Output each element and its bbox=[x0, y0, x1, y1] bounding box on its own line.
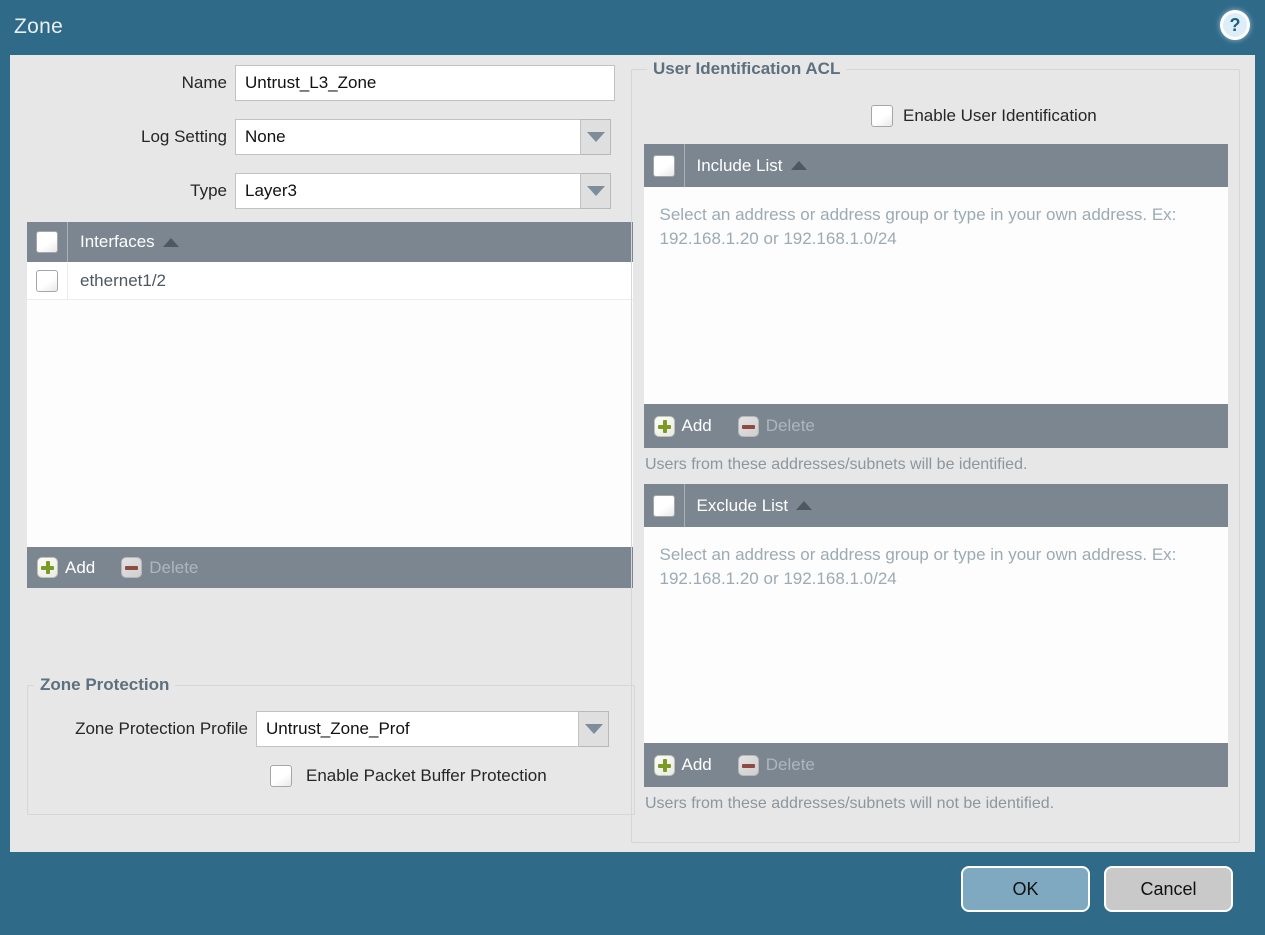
include-list-body[interactable]: Select an address or address group or ty… bbox=[643, 187, 1228, 404]
log-setting-label: Log Setting bbox=[140, 127, 227, 146]
dialog-titlebar: Zone ? bbox=[0, 0, 1265, 55]
zone-protection-profile-row: Zone Protection Profile bbox=[28, 711, 634, 747]
exclude-list-header: Exclude List bbox=[643, 484, 1228, 527]
zone-protection-profile-label: Zone Protection Profile bbox=[75, 719, 248, 738]
include-list-column-header[interactable]: Include List bbox=[697, 156, 783, 176]
exclude-list-column-header[interactable]: Exclude List bbox=[697, 496, 789, 516]
left-column: Name Log Setting Type bbox=[10, 55, 635, 815]
cancel-button[interactable]: Cancel bbox=[1104, 866, 1233, 912]
zone-protection-profile-combo bbox=[256, 711, 609, 747]
log-setting-input[interactable] bbox=[235, 119, 581, 155]
interface-name: ethernet1/2 bbox=[80, 270, 167, 290]
name-input[interactable] bbox=[235, 65, 615, 101]
packet-buffer-checkbox[interactable] bbox=[270, 765, 292, 787]
include-select-all-cell bbox=[644, 144, 685, 187]
sort-ascending-icon[interactable] bbox=[796, 501, 813, 510]
exclude-add-button[interactable]: Add bbox=[653, 754, 712, 776]
type-label: Type bbox=[190, 181, 227, 200]
plus-icon bbox=[653, 415, 675, 437]
log-setting-dropdown-button[interactable] bbox=[581, 119, 611, 155]
interfaces-table: Interfaces ethernet1/2 Add Delete bbox=[27, 222, 633, 588]
interfaces-column-header[interactable]: Interfaces bbox=[80, 232, 155, 252]
enable-user-identification-label: Enable User Identification bbox=[903, 106, 1097, 125]
minus-icon bbox=[121, 557, 143, 578]
interfaces-table-body: ethernet1/2 bbox=[27, 262, 633, 547]
type-row: Type bbox=[10, 173, 635, 209]
sort-ascending-icon[interactable] bbox=[162, 237, 179, 247]
include-list-header: Include List bbox=[643, 144, 1228, 187]
exclude-list-table: Exclude List Select an address or addres… bbox=[643, 484, 1228, 787]
name-row: Name bbox=[10, 65, 635, 101]
packet-buffer-label: Enable Packet Buffer Protection bbox=[306, 766, 547, 785]
dialog-title: Zone bbox=[14, 15, 64, 38]
table-row[interactable]: ethernet1/2 bbox=[27, 262, 633, 300]
chevron-down-icon bbox=[586, 132, 605, 142]
name-label: Name bbox=[181, 73, 227, 92]
dialog-content: Name Log Setting Type bbox=[10, 55, 1255, 852]
plus-icon bbox=[37, 557, 58, 578]
delete-button[interactable]: Delete bbox=[121, 557, 198, 578]
ok-button[interactable]: OK bbox=[961, 866, 1090, 912]
include-select-all-checkbox[interactable] bbox=[652, 154, 675, 177]
interfaces-table-footer: Add Delete bbox=[27, 547, 633, 588]
type-input[interactable] bbox=[235, 173, 581, 209]
chevron-down-icon bbox=[586, 186, 605, 196]
chevron-down-icon bbox=[584, 724, 603, 734]
row-checkbox-cell bbox=[27, 262, 68, 299]
user-identification-acl-section: User Identification ACL Enable User Iden… bbox=[631, 59, 1240, 843]
exclude-list-placeholder: Select an address or address group or ty… bbox=[659, 545, 1177, 589]
include-list-note: Users from these addresses/subnets will … bbox=[645, 456, 1028, 473]
row-checkbox[interactable] bbox=[36, 269, 58, 292]
include-list-footer: Add Delete bbox=[643, 404, 1228, 448]
zone-protection-profile-dropdown-button[interactable] bbox=[579, 711, 609, 747]
enable-user-identification-checkbox[interactable] bbox=[871, 105, 893, 127]
exclude-list-body[interactable]: Select an address or address group or ty… bbox=[643, 527, 1228, 743]
exclude-select-all-cell bbox=[644, 484, 685, 527]
user-identification-acl-legend: User Identification ACL bbox=[653, 59, 841, 78]
include-list-placeholder: Select an address or address group or ty… bbox=[659, 205, 1177, 249]
include-delete-button[interactable]: Delete bbox=[737, 415, 815, 437]
log-setting-row: Log Setting bbox=[10, 119, 635, 155]
exclude-delete-button[interactable]: Delete bbox=[737, 754, 815, 776]
help-icon[interactable]: ? bbox=[1220, 10, 1250, 40]
sort-ascending-icon[interactable] bbox=[790, 161, 807, 170]
type-dropdown-button[interactable] bbox=[581, 173, 611, 209]
type-combo bbox=[235, 173, 611, 209]
log-setting-combo bbox=[235, 119, 611, 155]
exclude-list-footer: Add Delete bbox=[643, 743, 1228, 787]
zone-protection-profile-input[interactable] bbox=[256, 711, 579, 747]
dialog-footer: OK Cancel bbox=[0, 852, 1265, 935]
interfaces-select-all-checkbox[interactable] bbox=[36, 231, 58, 253]
enable-user-identification-row: Enable User Identification bbox=[871, 105, 1230, 127]
add-button[interactable]: Add bbox=[37, 557, 95, 578]
zone-protection-legend: Zone Protection bbox=[40, 675, 170, 694]
minus-icon bbox=[737, 754, 759, 776]
exclude-list-note: Users from these addresses/subnets will … bbox=[645, 795, 1055, 812]
packet-buffer-row: Enable Packet Buffer Protection bbox=[270, 765, 634, 787]
interfaces-select-all-cell bbox=[27, 222, 68, 262]
exclude-select-all-checkbox[interactable] bbox=[652, 494, 675, 517]
plus-icon bbox=[653, 754, 675, 776]
minus-icon bbox=[737, 415, 759, 437]
include-add-button[interactable]: Add bbox=[653, 415, 712, 437]
include-list-table: Include List Select an address or addres… bbox=[643, 144, 1228, 448]
zone-protection-section: Zone Protection Zone Protection Profile … bbox=[27, 675, 635, 815]
interfaces-table-header: Interfaces bbox=[27, 222, 633, 262]
